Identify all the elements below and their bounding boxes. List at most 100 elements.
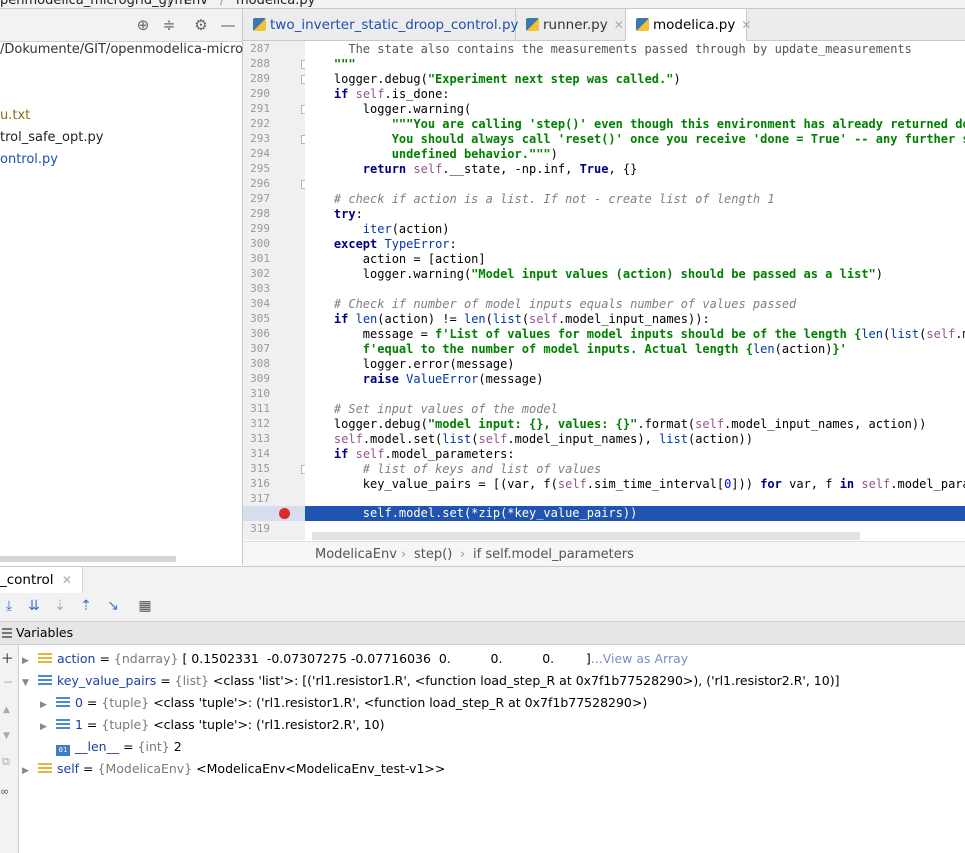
expand-icon[interactable]: ▶ xyxy=(22,760,34,782)
line-number: 291 xyxy=(250,102,270,115)
variable-name: 1 xyxy=(75,717,83,732)
line-number: 307 xyxy=(250,342,270,355)
int-icon: 01 xyxy=(56,745,70,756)
tab-two-inverter[interactable]: two_inverter_static_droop_control.py✕ xyxy=(243,9,535,40)
down-icon[interactable]: ▼ xyxy=(3,731,10,741)
collapse-icon[interactable]: ≑ xyxy=(160,16,178,34)
code-line: logger.debug("Experiment next step was c… xyxy=(305,72,681,86)
code-editor[interactable]: The state also contains the measurements… xyxy=(305,41,965,540)
view-as-array-link[interactable]: ...View as Array xyxy=(591,651,688,666)
code-line: # list of keys and list of values xyxy=(305,462,602,476)
code-line: except TypeError: xyxy=(333,237,457,251)
code-line: """ xyxy=(305,57,356,71)
horizontal-scrollbar[interactable] xyxy=(0,556,176,562)
minimize-icon[interactable]: — xyxy=(219,16,237,34)
code-line: # Set input values of the model xyxy=(305,402,558,416)
line-number: 288 xyxy=(250,57,270,70)
list-icon xyxy=(38,675,52,686)
line-number: 304 xyxy=(250,297,270,310)
line-number: 313 xyxy=(250,432,270,445)
code-line: iter(action) xyxy=(362,222,450,236)
variable-row[interactable]: ▶ action = {ndarray} [ 0.1502331 -0.07307… xyxy=(22,648,688,670)
python-file-icon xyxy=(636,18,649,31)
variable-name: action xyxy=(57,651,96,666)
target-icon[interactable]: ⊕ xyxy=(134,16,152,34)
line-number: 289 xyxy=(250,72,270,85)
nav-file[interactable]: modelica.py xyxy=(236,0,315,8)
debug-tab-label: _control xyxy=(0,572,54,588)
variable-value: <class 'tuple'>: ('rl1.resistor2.R', 10) xyxy=(153,717,385,732)
debug-session-tab[interactable]: _control ✕ xyxy=(0,567,83,593)
code-line: if self.model_parameters: xyxy=(333,447,515,461)
python-file-icon xyxy=(253,18,266,31)
step-into-my-code-icon[interactable]: ⇣ xyxy=(51,597,69,615)
breadcrumb-block[interactable]: if self.model_parameters xyxy=(473,547,634,562)
copy-icon[interactable]: ⧉ xyxy=(2,755,10,769)
code-line: The state also contains the measurements… xyxy=(305,42,912,56)
step-over-icon[interactable]: ⤓ xyxy=(0,597,18,615)
variable-row[interactable]: ▶ 1 = {tuple} <class 'tuple'>: ('rl1.resi… xyxy=(40,714,385,736)
nav-separator: / xyxy=(168,0,173,8)
breadcrumb-method[interactable]: step() xyxy=(414,547,452,562)
up-icon[interactable]: ▲ xyxy=(3,705,10,715)
expand-icon[interactable]: ▶ xyxy=(22,650,34,672)
file-item[interactable]: u.txt xyxy=(0,108,30,123)
nav-folder[interactable]: env xyxy=(184,0,208,8)
expand-icon[interactable]: ▶ xyxy=(40,694,52,716)
editor-breadcrumb: ModelicaEnv › step() › if self.model_par… xyxy=(243,541,965,567)
variable-type: {list} xyxy=(174,673,209,688)
variable-name: 0 xyxy=(75,695,83,710)
file-item[interactable]: ontrol.py xyxy=(0,152,58,167)
step-out-icon[interactable]: ⇡ xyxy=(77,597,95,615)
code-line: self.model.set(list(self.model_input_nam… xyxy=(333,432,753,446)
variable-row[interactable]: 01 __len__ = {int} 2 xyxy=(52,736,182,758)
glasses-icon[interactable]: ∞ xyxy=(0,785,9,798)
gear-icon[interactable]: ⚙ xyxy=(192,16,210,34)
tab-runner[interactable]: runner.py ✕ xyxy=(516,9,626,40)
editor-gutter[interactable]: 287 288 289 290 291 292 293 294 295 296 297 298 299 3… xyxy=(243,41,310,540)
variable-type: {tuple} xyxy=(101,695,150,710)
collapse-icon[interactable]: ▼ xyxy=(22,672,34,694)
horizontal-scrollbar[interactable] xyxy=(312,532,860,540)
tuple-icon xyxy=(56,719,70,730)
breadcrumb-separator: › xyxy=(460,547,466,562)
line-number: 296 xyxy=(250,177,270,190)
current-line-gutter xyxy=(243,506,305,521)
current-execution-line[interactable]: self.model.set(*zip(*key_value_pairs)) xyxy=(305,506,965,521)
variable-row[interactable]: ▼ key_value_pairs = {list} <class 'list'>… xyxy=(22,670,839,692)
minus-icon[interactable]: − xyxy=(3,675,13,689)
code-line: key_value_pairs = [(var, f(self.sim_time… xyxy=(305,477,965,491)
close-icon[interactable]: ✕ xyxy=(741,18,751,32)
add-icon[interactable]: + xyxy=(1,649,14,667)
code-line: if self.is_done: xyxy=(333,87,450,101)
project-root-path[interactable]: /Dokumente/GIT/openmodelica-microgr xyxy=(0,42,257,57)
run-to-cursor-icon[interactable]: ↘ xyxy=(104,597,122,615)
variable-type: {ndarray} xyxy=(113,651,179,666)
line-number: 293 xyxy=(250,132,270,145)
tab-modelica[interactable]: modelica.py ✕ xyxy=(626,9,751,43)
line-number: 295 xyxy=(250,162,270,175)
nav-project[interactable]: penmodelica_microgrid_gym xyxy=(0,0,187,8)
line-number: 319 xyxy=(250,522,270,535)
code-line: logger.warning("Model input values (acti… xyxy=(305,267,883,281)
breadcrumb-class[interactable]: ModelicaEnv xyxy=(315,547,397,562)
variable-value: [ 0.1502331 -0.07307275 -0.07716036 0. 0… xyxy=(182,651,591,666)
evaluate-table-icon[interactable]: ▦ xyxy=(136,597,154,615)
line-number: 303 xyxy=(250,282,270,295)
code-line: raise ValueError(message) xyxy=(362,372,544,386)
variable-row[interactable]: ▶ self = {ModelicaEnv} <ModelicaEnv<Model… xyxy=(22,758,445,780)
variable-name: self xyxy=(57,761,80,776)
breakpoint-icon[interactable] xyxy=(279,508,290,519)
variable-row[interactable]: ▶ 0 = {tuple} <class 'tuple'>: ('rl1.resi… xyxy=(40,692,647,714)
variable-value: <ModelicaEnv<ModelicaEnv_test-v1>> xyxy=(196,761,446,776)
project-toolbar: ⊕ ≑ ⚙ — xyxy=(0,9,242,42)
step-into-icon[interactable]: ⇊ xyxy=(25,597,43,615)
line-number: 294 xyxy=(250,147,270,160)
expand-icon[interactable]: ▶ xyxy=(40,716,52,738)
close-icon[interactable]: ✕ xyxy=(614,18,624,32)
line-number: 298 xyxy=(250,207,270,220)
file-item[interactable]: trol_safe_opt.py xyxy=(0,130,103,145)
variable-name: __len__ xyxy=(75,739,120,754)
line-number: 315 xyxy=(250,462,270,475)
close-icon[interactable]: ✕ xyxy=(62,573,72,587)
